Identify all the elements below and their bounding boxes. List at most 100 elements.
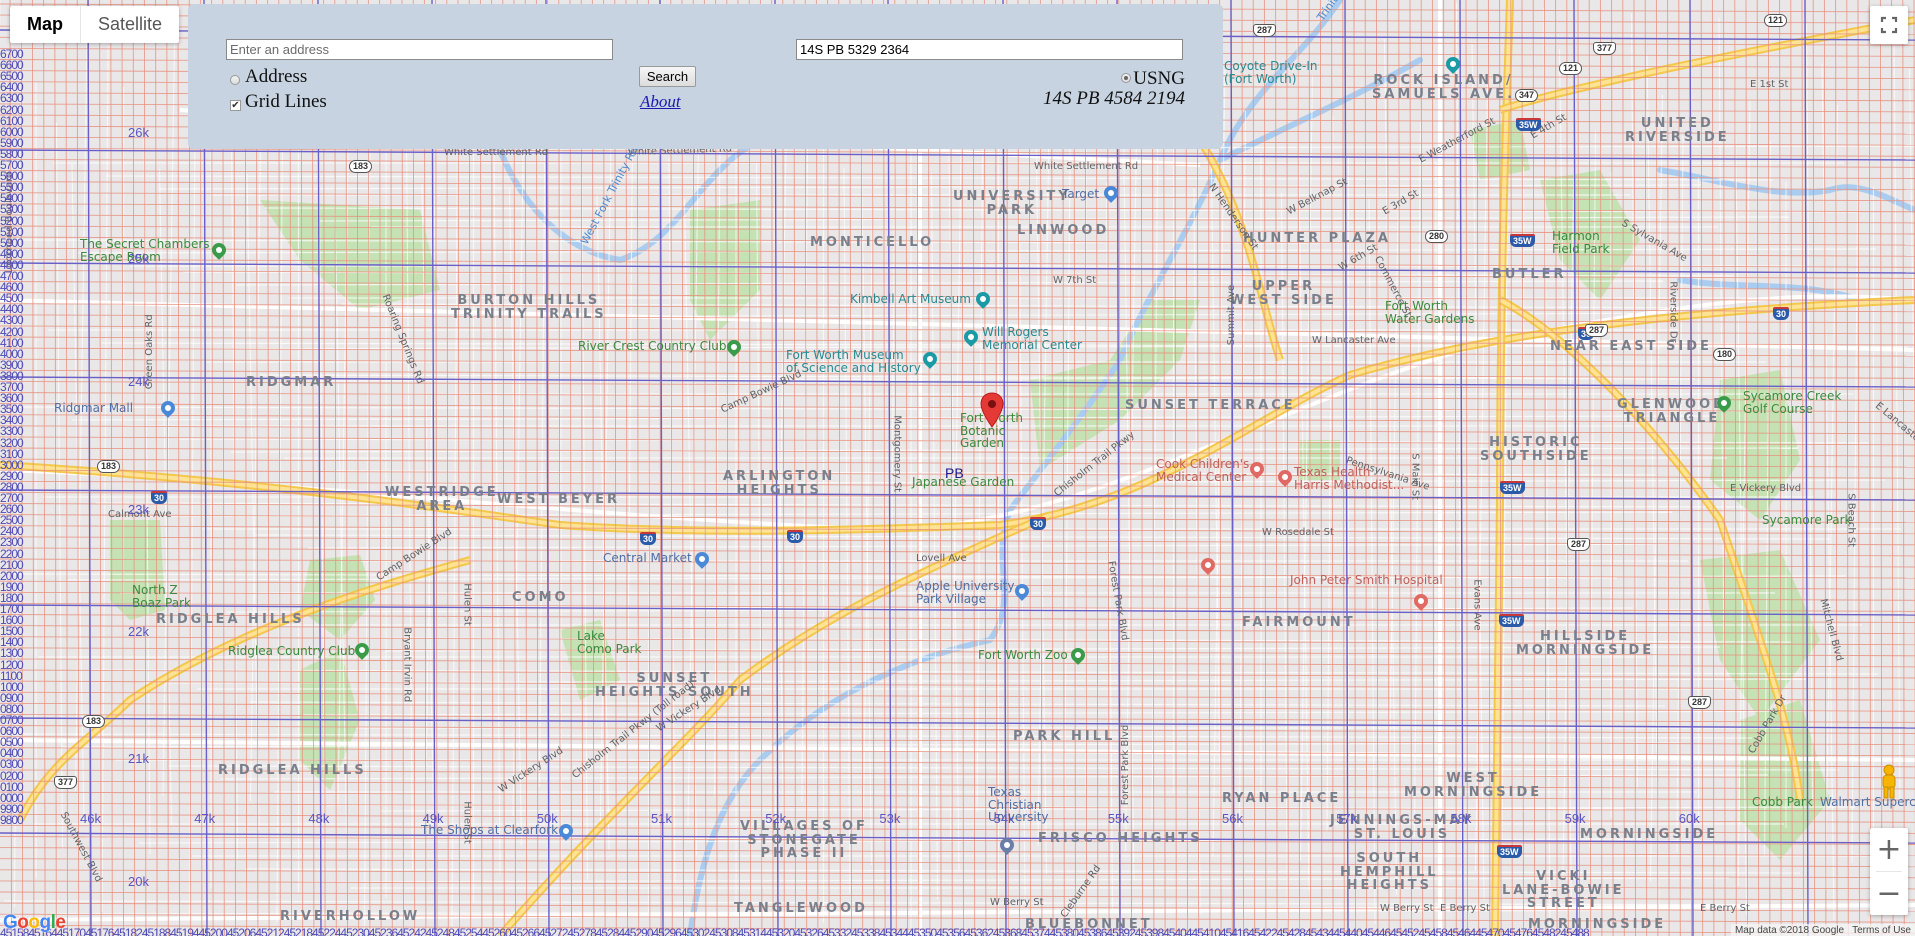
poi-shopping-label[interactable]: Central Market: [603, 552, 692, 565]
grid-northing-label: 24k: [128, 374, 149, 389]
interstate-shield-icon: 35W: [1516, 118, 1541, 132]
usng-input[interactable]: [796, 39, 1183, 60]
search-button[interactable]: Search: [639, 66, 696, 87]
fullscreen-button[interactable]: [1870, 6, 1908, 44]
neighborhood-label: HILLSIDE MORNINGSIDE: [1516, 629, 1655, 658]
neighborhood-label: UPPER WEST SIDE: [1230, 279, 1337, 308]
street-label: W Lancaster Ave: [1312, 335, 1396, 346]
poi-shopping-label[interactable]: Apple University Park Village: [916, 580, 1015, 605]
grid-line-minor-easting: [1599, 0, 1603, 936]
grid-line-minor-easting: [1566, 0, 1569, 936]
grid-line-minor-easting: [177, 0, 180, 936]
pegman-icon: [1882, 764, 1896, 799]
neighborhood-label: VILLAGES OF STONEGATE PHASE II: [740, 819, 868, 862]
about-link[interactable]: About: [640, 92, 681, 112]
interstate-shield-icon: 30: [1030, 517, 1047, 531]
address-radio[interactable]: [230, 75, 240, 85]
grid-line-major-northing: [0, 489, 1915, 501]
grid-line-minor-northing: [0, 847, 1915, 857]
neighborhood-label: ROCK ISLAND/SAMUELS AVE.: [1372, 73, 1516, 102]
terms-of-use-link[interactable]: Terms of Use: [1852, 925, 1911, 936]
map-type-control: Map Satellite: [10, 6, 180, 43]
poi-park-label[interactable]: Harmon Field Park: [1552, 230, 1609, 255]
grid-line-minor-easting: [166, 0, 169, 936]
map-data-attribution: Map data ©2018 Google: [1734, 924, 1845, 936]
poi-park-label[interactable]: Ridglea Country Club: [228, 645, 355, 658]
address-input[interactable]: [226, 39, 613, 60]
grid-line-minor-northing: [0, 258, 1915, 268]
poi-shopping-label[interactable]: Target: [1062, 188, 1099, 201]
usng-radio[interactable]: [1121, 73, 1132, 83]
poi-hospital-label[interactable]: John Peter Smith Hospital: [1290, 574, 1443, 587]
address-radio-label: Address: [245, 66, 308, 87]
grid-line-minor-easting: [54, 0, 57, 936]
poi-landmark-label[interactable]: Fort Worth Museum of Science and History: [786, 349, 921, 374]
grid-northing-label: 20k: [128, 874, 149, 889]
neighborhood-label: RIDGLEA HILLS: [218, 763, 367, 778]
grid-line-minor-northing: [0, 858, 1915, 868]
grid-line-minor-northing: [0, 713, 1915, 723]
zoom-in-button[interactable]: +: [1870, 828, 1908, 871]
grid-line-minor-northing: [0, 170, 1915, 179]
grid-easting-label: 51k: [651, 811, 672, 826]
poi-park-label[interactable]: Cobb Park: [1752, 796, 1813, 809]
location-marker[interactable]: [980, 392, 1004, 428]
grid-lines-checkbox[interactable]: ✔: [230, 100, 241, 111]
neighborhood-label: ARLINGTON HEIGHTS: [723, 469, 836, 498]
street-view-pegman[interactable]: [1874, 762, 1904, 802]
grid-line-minor-northing: [0, 281, 1915, 290]
street-label: W Berry St: [1380, 903, 1434, 914]
zoom-out-button[interactable]: −: [1870, 872, 1908, 915]
grid-line-minor-northing: [0, 736, 1915, 746]
poi-park-label[interactable]: River Crest Country Club: [578, 340, 727, 353]
interstate-shield-icon: 30: [151, 491, 168, 505]
poi-hospital-label[interactable]: Cook Children's Medical Center: [1156, 458, 1249, 483]
poi-park-label[interactable]: Lake Como Park: [577, 630, 642, 655]
grid-easting-label: 54k: [993, 811, 1015, 826]
grid-line-minor-northing: [0, 447, 1915, 457]
neighborhood-label: FAIRMOUNT: [1242, 615, 1356, 630]
map-type-satellite-button[interactable]: Satellite: [81, 6, 179, 43]
state-shield-icon: 183: [82, 715, 106, 729]
poi-park-label[interactable]: Sycamore Park: [1762, 514, 1852, 527]
grid-edge-northing-label: 9800: [0, 812, 24, 827]
state-shield-icon: 183: [97, 460, 121, 474]
grid-line-minor-northing: [0, 314, 1915, 324]
grid-line-major-easting: [1573, 0, 1578, 936]
poi-landmark-label[interactable]: Kimbell Art Museum: [850, 293, 971, 306]
grid-line-minor-northing: [0, 791, 1915, 801]
grid-line-minor-northing: [0, 802, 1915, 812]
map-type-map-button[interactable]: Map: [10, 6, 80, 43]
street-label: White Settlement Rd: [444, 147, 549, 158]
street-label: S Main St: [1409, 453, 1421, 501]
neighborhood-label: PARK HILL: [1013, 729, 1116, 744]
poi-shopping-label[interactable]: Ridgmar Mall: [54, 402, 133, 415]
poi-park-label[interactable]: Sycamore Creek Golf Course: [1743, 390, 1841, 415]
map-attribution: Map data ©2018 Google Terms of Use: [1730, 924, 1915, 936]
grid-easting-label: 56k: [1222, 811, 1243, 826]
grid-line-minor-northing: [0, 780, 1915, 790]
google-logo[interactable]: Google: [3, 912, 66, 934]
grid-easting-label: 57k: [1336, 811, 1358, 826]
neighborhood-label: COMO: [512, 590, 569, 605]
neighborhood-label: GLENWOOD TRIANGLE: [1617, 397, 1727, 426]
poi-park-label[interactable]: Fort Worth Zoo: [978, 649, 1068, 662]
grid-easting-label: 49k: [422, 811, 444, 826]
neighborhood-label: RIDGLEA HILLS: [156, 612, 305, 627]
grid-line-minor-northing: [0, 436, 1915, 446]
poi-landmark-label[interactable]: Coyote Drive-In (Fort Worth): [1224, 60, 1318, 85]
grid-line-minor-northing: [0, 702, 1915, 712]
state-shield-icon: 280: [1425, 230, 1449, 244]
interstate-shield-icon: 35W: [1497, 845, 1522, 859]
neighborhood-label: BURTON HILLS TRINITY TRAILS: [451, 293, 607, 322]
street-label: E Vickery Blvd: [1730, 483, 1802, 494]
poi-landmark-label[interactable]: Will Rogers Memorial Center: [982, 326, 1082, 351]
grid-line-minor-northing: [0, 669, 1915, 679]
poi-park-label[interactable]: North Z Boaz Park: [132, 584, 191, 609]
grid-line-minor-northing: [0, 525, 1915, 535]
grid-easting-label: 46k: [80, 811, 101, 826]
grid-easting-label: 47k: [194, 811, 216, 826]
grid-line-minor-northing: [0, 236, 1915, 246]
grid-line-minor-northing: [0, 813, 1915, 823]
street-label: W 7th St: [1053, 275, 1097, 286]
